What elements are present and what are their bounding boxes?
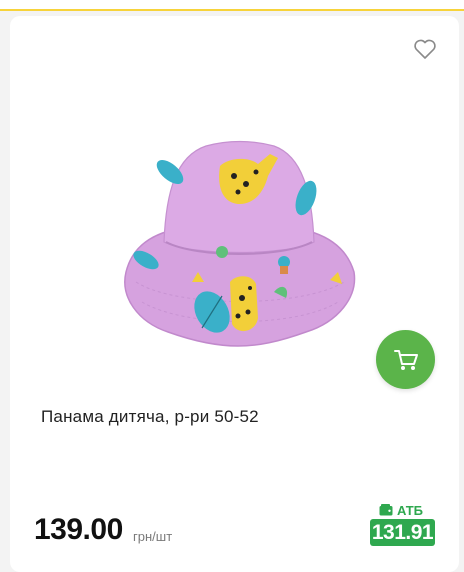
store-price-badge: 131.91 [370, 519, 435, 546]
store-label: АТБ [379, 502, 423, 518]
product-price: 139.00 [34, 513, 123, 546]
cart-icon [393, 349, 418, 370]
top-strip [0, 0, 464, 11]
heart-outline-icon [414, 39, 436, 59]
hat-illustration [124, 140, 356, 347]
store-name: АТБ [397, 502, 424, 518]
price-unit: грн/шт [133, 529, 173, 544]
product-card[interactable]: Панама дитяча, р-ри 50-52 139.00 грн/шт … [10, 16, 459, 572]
product-title[interactable]: Панама дитяча, р-ри 50-52 [41, 407, 421, 427]
favorite-button[interactable] [413, 38, 437, 60]
wallet-icon [379, 504, 393, 516]
add-to-cart-button[interactable] [376, 330, 435, 389]
product-image[interactable] [106, 132, 370, 364]
